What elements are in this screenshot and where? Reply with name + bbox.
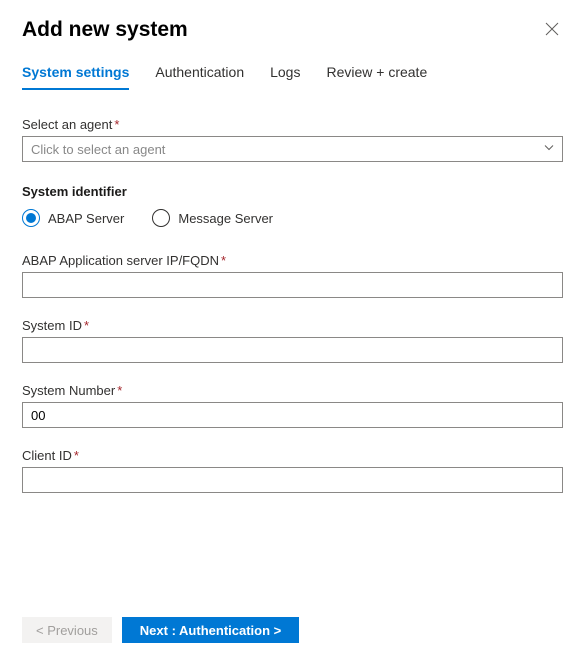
agent-label: Select an agent*: [22, 117, 563, 132]
next-button[interactable]: Next : Authentication >: [122, 617, 299, 643]
system-id-label: System ID*: [22, 318, 563, 333]
radio-icon: [22, 209, 40, 227]
system-number-input[interactable]: [22, 402, 563, 428]
tab-logs[interactable]: Logs: [270, 60, 300, 90]
client-id-input[interactable]: [22, 467, 563, 493]
tab-system-settings[interactable]: System settings: [22, 60, 129, 90]
client-id-label: Client ID*: [22, 448, 563, 463]
tab-authentication[interactable]: Authentication: [155, 60, 244, 90]
close-icon[interactable]: [541, 18, 563, 43]
radio-abap-server[interactable]: ABAP Server: [22, 209, 124, 227]
system-number-label: System Number*: [22, 383, 563, 398]
radio-message-server[interactable]: Message Server: [152, 209, 273, 227]
previous-button[interactable]: < Previous: [22, 617, 112, 643]
radio-label: Message Server: [178, 211, 273, 226]
tab-review-create[interactable]: Review + create: [326, 60, 427, 90]
page-title: Add new system: [22, 18, 188, 42]
tab-bar: System settings Authentication Logs Revi…: [22, 60, 563, 91]
radio-label: ABAP Server: [48, 211, 124, 226]
abap-server-label: ABAP Application server IP/FQDN*: [22, 253, 563, 268]
footer: < Previous Next : Authentication >: [0, 617, 585, 643]
radio-icon: [152, 209, 170, 227]
abap-server-input[interactable]: [22, 272, 563, 298]
system-id-input[interactable]: [22, 337, 563, 363]
system-identifier-heading: System identifier: [22, 184, 563, 199]
system-identifier-radios: ABAP Server Message Server: [22, 209, 563, 227]
agent-select[interactable]: Click to select an agent: [22, 136, 563, 162]
